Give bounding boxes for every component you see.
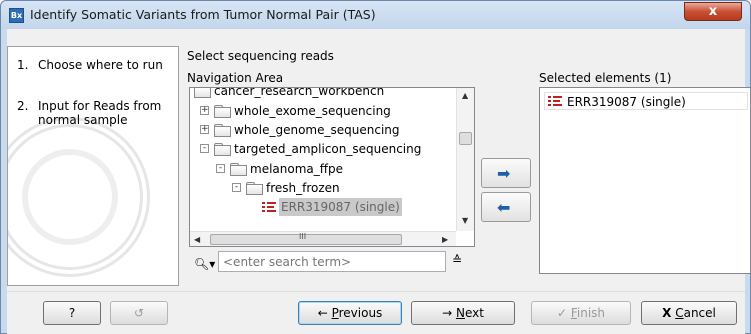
cancel-button[interactable]: X Cancel [641,301,737,325]
collapse-toggle-icon[interactable]: - [232,183,241,192]
help-button[interactable]: ? [43,301,101,325]
step-label: Input for Reads from [38,99,162,113]
tree-item-label: fresh_frozen [266,181,340,195]
tree-item-label: targeted_amplicon_sequencing [234,142,422,156]
window-title: Identify Somatic Variants from Tumor Nor… [30,7,376,22]
section-header: Select sequencing reads [187,49,334,63]
search-icon[interactable]: 🔍︎▾ [194,257,215,271]
search-options-icon[interactable]: ≙ [452,253,462,267]
app-logo-icon: Bx [9,8,24,23]
list-item[interactable]: ERR319087 (single) [544,92,748,110]
tree-item-label: melanoma_ffpe [250,162,344,176]
folder-open-icon [230,163,247,176]
tree-horizontal-scrollbar[interactable]: ◀ III ▶ [190,231,456,246]
title-bar[interactable]: Bx Identify Somatic Variants from Tumor … [1,1,750,29]
reset-icon: ↺ [133,306,145,320]
list-item-label: ERR319087 (single) [567,95,686,109]
tree-item-label: ERR319087 (single) [279,198,402,216]
arrow-right-icon: → [442,306,453,320]
step-label: Choose where to run [38,58,163,72]
folder-icon [214,105,231,118]
step-number: 2. [17,99,29,113]
step-label-line2: normal sample [38,113,128,127]
next-button-label: ext [464,306,484,320]
selected-elements-list[interactable]: ERR319087 (single) [539,87,751,274]
expand-toggle-icon[interactable]: + [200,125,209,134]
arrow-right-icon: ➡ [497,164,511,183]
next-button[interactable]: → Next [411,301,515,325]
cancel-button-label: ancel [683,306,716,320]
sequence-reads-icon [548,96,562,107]
folder-icon [194,88,211,98]
collapse-toggle-icon[interactable]: - [216,164,225,173]
navigation-tree[interactable]: cancer_research_workbench + whole_exome_… [189,87,475,247]
grip-icon: III [299,232,307,241]
previous-button[interactable]: ← Previous [298,301,402,325]
scroll-down-icon[interactable]: ▼ [462,216,468,225]
scroll-right-icon[interactable]: ▶ [442,235,448,244]
tree-item-label: whole_genome_sequencing [234,123,400,137]
tree-item-label: whole_exome_sequencing [234,104,391,118]
folder-open-icon [214,143,231,156]
cancel-x-icon: X [662,306,672,320]
selected-elements-label: Selected elements (1) [539,71,672,85]
search-input[interactable] [218,251,446,272]
sequence-reads-icon [262,202,276,213]
step-2[interactable]: 2. Input for Reads from [17,99,161,113]
dialog-footer: ? ↺ ← Previous → Next ✓ Finish X Cancel [7,291,745,334]
step-number: 1. [17,58,29,72]
scrollbar-thumb[interactable] [459,132,472,145]
scrollbar-thumb[interactable]: III [210,232,402,245]
tree-vertical-scrollbar[interactable]: ▲ ▼ [456,88,474,231]
reset-button[interactable]: ↺ [110,301,168,325]
step-1[interactable]: 1. Choose where to run [17,58,163,72]
help-icon: ? [68,306,76,320]
navigation-area-label: Navigation Area [187,71,284,85]
next-button-accel: N [455,306,465,320]
remove-from-selected-button[interactable]: ⬅ [481,192,531,222]
scroll-up-icon[interactable]: ▲ [462,91,468,100]
arrow-left-icon: ← [317,306,328,320]
folder-icon [214,124,231,137]
finish-button-label: inish [576,306,606,320]
folder-open-icon [246,182,263,195]
arrow-left-icon: ⬅ [497,198,511,217]
wizard-steps-panel: 1. Choose where to run 2. Input for Reads … [7,46,179,286]
collapse-toggle-icon[interactable]: - [200,144,209,153]
dialog-window: Bx Identify Somatic Variants from Tumor … [0,0,751,334]
cancel-button-accel: C [675,306,684,320]
tree-item-label: cancer_research_workbench [214,87,385,98]
finish-button[interactable]: ✓ Finish [531,301,631,325]
expand-toggle-icon[interactable]: + [200,106,209,115]
scroll-left-icon[interactable]: ◀ [194,235,200,244]
checkmark-icon: ✓ [556,306,568,320]
previous-button-label: revious [338,306,383,320]
watermark-seal-inner [22,149,118,245]
close-window-button[interactable]: x [684,2,742,21]
previous-button-accel: P [331,306,339,320]
add-to-selected-button[interactable]: ➡ [481,158,531,188]
